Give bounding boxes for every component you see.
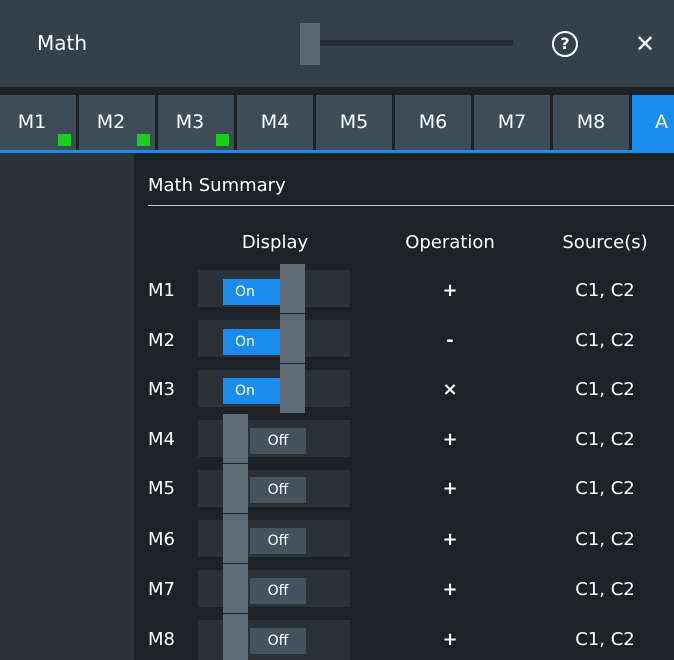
operation-m8: +: [442, 629, 458, 650]
toggle-on-label: On: [223, 279, 281, 305]
sources-m3: C1, C2: [575, 379, 635, 400]
sources-m7: C1, C2: [575, 579, 635, 600]
toggle-knob[interactable]: [223, 564, 248, 613]
sources-m4: C1, C2: [575, 429, 635, 450]
row-label-m6: M6: [148, 529, 175, 550]
toggle-knob[interactable]: [280, 264, 305, 313]
tab-m1-active-indicator: [58, 134, 71, 146]
tab-label: M4: [260, 111, 290, 133]
row-label-m1: M1: [148, 280, 175, 301]
section-title: Math Summary: [148, 175, 286, 196]
operation-m3: ×: [442, 379, 458, 400]
title-slider-track[interactable]: [318, 40, 513, 46]
toggle-knob[interactable]: [223, 614, 248, 660]
operation-column-header: Operation: [405, 232, 495, 253]
sources-m1: C1, C2: [575, 280, 635, 301]
close-button[interactable]: ✕: [629, 28, 661, 60]
toggle-off-label: Off: [250, 428, 306, 454]
tab-label: M3: [175, 111, 205, 133]
sources-m8: C1, C2: [575, 629, 635, 650]
toggle-knob[interactable]: [280, 364, 305, 413]
toggle-on-label: On: [223, 329, 281, 355]
operation-m5: +: [442, 478, 458, 499]
sources-m6: C1, C2: [575, 529, 635, 550]
tab-m4[interactable]: M4: [237, 95, 313, 150]
operation-m4: +: [442, 429, 458, 450]
operation-m2: -: [446, 330, 454, 351]
row-label-m2: M2: [148, 330, 175, 351]
toggle-off-label: Off: [250, 477, 306, 503]
dialog-title: Math: [37, 31, 88, 55]
row-label-m8: M8: [148, 629, 175, 650]
tab-label: M1: [17, 111, 47, 133]
section-divider: [148, 205, 674, 206]
operation-m1: +: [442, 280, 458, 301]
toggle-on-label: On: [223, 378, 281, 404]
sources-m5: C1, C2: [575, 478, 635, 499]
tab-label: M5: [339, 111, 369, 133]
toggle-knob[interactable]: [223, 464, 248, 513]
tab-m8[interactable]: M8: [553, 95, 629, 150]
row-label-m4: M4: [148, 429, 175, 450]
tab-label: M8: [576, 111, 606, 133]
toggle-off-label: Off: [250, 628, 306, 654]
tab-m3-active-indicator: [216, 134, 229, 146]
toggle-knob[interactable]: [280, 314, 305, 363]
row-label-m7: M7: [148, 579, 175, 600]
help-button[interactable]: ?: [552, 31, 578, 57]
operation-m6: +: [442, 529, 458, 550]
tab-a[interactable]: A: [632, 95, 674, 150]
sources-column-header: Source(s): [562, 232, 648, 253]
display-column-header: Display: [241, 232, 309, 253]
tab-label: A: [655, 111, 668, 133]
row-label-m3: M3: [148, 379, 175, 400]
tab-label: M7: [497, 111, 527, 133]
toggle-off-label: Off: [250, 528, 306, 554]
operation-m7: +: [442, 579, 458, 600]
left-panel: [0, 153, 134, 660]
tab-m7[interactable]: M7: [474, 95, 550, 150]
toggle-off-label: Off: [250, 578, 306, 604]
tab-m2-active-indicator: [137, 134, 150, 146]
toggle-knob[interactable]: [223, 414, 248, 463]
sources-m2: C1, C2: [575, 330, 635, 351]
title-slider-handle[interactable]: [300, 23, 320, 65]
tab-label: M2: [96, 111, 126, 133]
toggle-knob[interactable]: [223, 514, 248, 563]
row-label-m5: M5: [148, 478, 175, 499]
tab-m5[interactable]: M5: [316, 95, 392, 150]
tab-m6[interactable]: M6: [395, 95, 471, 150]
tab-label: M6: [418, 111, 448, 133]
